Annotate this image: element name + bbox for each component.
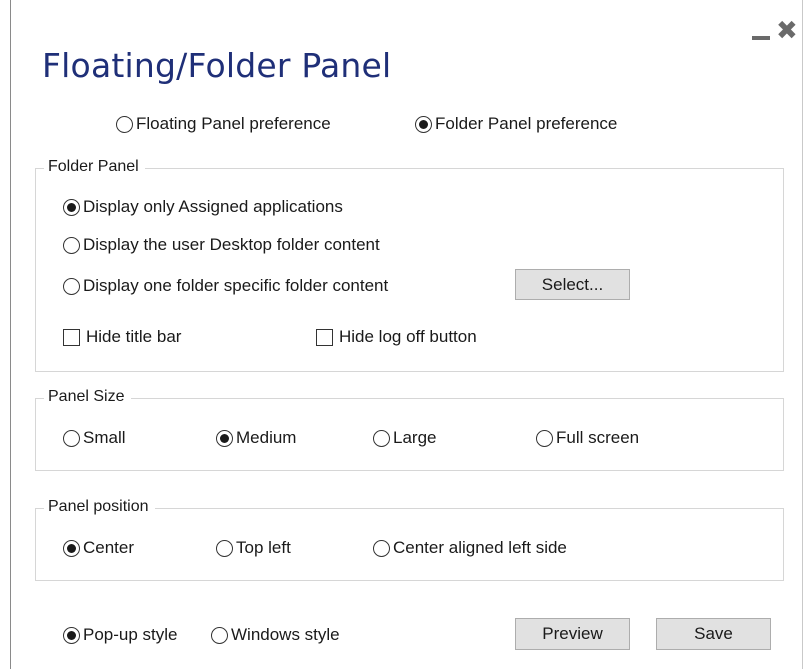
minimize-icon[interactable] — [752, 22, 770, 42]
checkbox-label: Hide log off button — [339, 327, 477, 346]
radio-circle — [373, 539, 390, 557]
radio-label: Floating Panel preference — [136, 114, 331, 133]
position-top-left-radio[interactable]: Top left — [216, 538, 291, 558]
radio-circle — [373, 429, 390, 447]
radio-label: Center aligned left side — [393, 538, 567, 557]
radio-circle — [63, 429, 80, 447]
display-specific-folder-radio[interactable]: Display one folder specific folder conte… — [63, 276, 388, 296]
radio-circle — [116, 115, 133, 133]
group-legend: Panel Size — [44, 388, 131, 406]
position-center-radio[interactable]: Center — [63, 538, 134, 558]
size-medium-radio[interactable]: Medium — [216, 428, 296, 448]
radio-circle — [536, 429, 553, 447]
radio-circle — [415, 115, 432, 133]
radio-label: Small — [83, 428, 126, 447]
radio-label: Pop-up style — [83, 625, 178, 644]
group-legend: Panel position — [44, 498, 155, 516]
radio-circle — [63, 236, 80, 254]
close-icon[interactable]: ✖ — [776, 18, 800, 44]
radio-label: Display one folder specific folder conte… — [83, 276, 389, 295]
radio-label: Windows style — [231, 625, 340, 644]
hide-logoff-button-checkbox[interactable]: Hide log off button — [316, 327, 477, 347]
radio-circle — [63, 277, 80, 295]
hide-title-bar-checkbox[interactable]: Hide title bar — [63, 327, 181, 347]
radio-label: Center — [83, 538, 135, 557]
radio-circle — [63, 539, 80, 557]
windows-style-radio[interactable]: Windows style — [211, 625, 340, 645]
radio-circle — [63, 626, 80, 644]
save-button[interactable]: Save — [656, 618, 771, 650]
radio-label: Display the user Desktop folder content — [83, 235, 380, 254]
group-legend: Folder Panel — [44, 158, 145, 176]
radio-label: Full screen — [556, 428, 640, 447]
size-large-radio[interactable]: Large — [373, 428, 436, 448]
radio-circle — [211, 626, 228, 644]
radio-label: Top left — [236, 538, 291, 557]
radio-label: Large — [393, 428, 437, 447]
size-fullscreen-radio[interactable]: Full screen — [536, 428, 639, 448]
preview-button[interactable]: Preview — [515, 618, 630, 650]
checkbox-box — [63, 328, 80, 346]
checkbox-label: Hide title bar — [86, 327, 182, 346]
floating-panel-preference-radio[interactable]: Floating Panel preference — [116, 114, 331, 134]
radio-label: Display only Assigned applications — [83, 197, 343, 216]
display-assigned-apps-radio[interactable]: Display only Assigned applications — [63, 197, 343, 217]
radio-circle — [63, 198, 80, 216]
popup-style-radio[interactable]: Pop-up style — [63, 625, 178, 645]
radio-circle — [216, 539, 233, 557]
radio-label: Folder Panel preference — [435, 114, 618, 133]
select-folder-button[interactable]: Select... — [515, 269, 630, 300]
checkbox-box — [316, 328, 333, 346]
position-center-left-radio[interactable]: Center aligned left side — [373, 538, 567, 558]
radio-label: Medium — [236, 428, 297, 447]
display-desktop-content-radio[interactable]: Display the user Desktop folder content — [63, 235, 380, 255]
size-small-radio[interactable]: Small — [63, 428, 126, 448]
radio-circle — [216, 429, 233, 447]
dialog-title: Floating/Folder Panel — [42, 46, 392, 85]
folder-panel-preference-radio[interactable]: Folder Panel preference — [415, 114, 617, 134]
